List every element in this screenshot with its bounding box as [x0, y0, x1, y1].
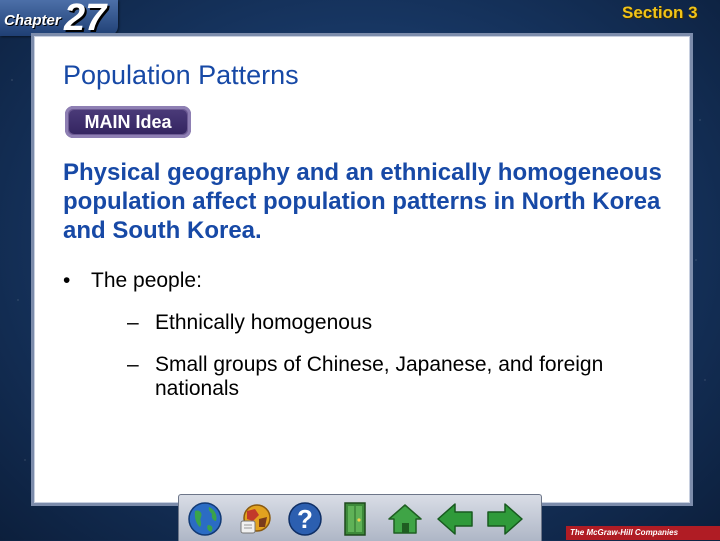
sub-item-text: Small groups of Chinese, Japanese, and f…	[155, 353, 604, 400]
globe-icon	[188, 502, 222, 536]
main-idea-badge: MAIN Idea	[65, 106, 191, 138]
back-arrow-icon	[437, 503, 473, 535]
section-label: Section 3	[622, 3, 698, 22]
home-icon	[388, 504, 422, 534]
dash-marker: –	[127, 353, 139, 376]
resources-icon	[240, 504, 271, 534]
bullet-list: • The people: – Ethnically homogenous – …	[63, 268, 663, 419]
list-item: • The people: – Ethnically homogenous – …	[63, 268, 663, 401]
chapter-tab: Chapter 27	[0, 0, 118, 39]
globe-button[interactable]	[185, 499, 225, 539]
bullet-marker: •	[63, 269, 71, 292]
help-button[interactable]: ?	[285, 499, 325, 539]
bullet-text: The people:	[91, 269, 202, 292]
main-idea-badge-label: MAIN Idea	[69, 110, 187, 134]
navigation-bar: ?	[178, 494, 542, 541]
forward-arrow-icon	[487, 503, 523, 535]
forward-button[interactable]	[485, 499, 525, 539]
sub-item-text: Ethnically homogenous	[155, 311, 373, 334]
publisher-logo: The McGraw-Hill Companies	[566, 526, 720, 540]
chapter-label: Chapter	[4, 12, 61, 29]
back-button[interactable]	[435, 499, 475, 539]
sub-list-item: – Small groups of Chinese, Japanese, and…	[91, 353, 675, 401]
exit-door-icon	[344, 502, 366, 536]
slide-title: Population Patterns	[63, 60, 299, 90]
resources-button[interactable]	[235, 499, 275, 539]
svg-text:?: ?	[297, 504, 313, 534]
slide-panel: Population Patterns MAIN Idea Physical g…	[31, 33, 693, 506]
home-button[interactable]	[385, 499, 425, 539]
help-icon: ?	[288, 502, 322, 536]
dash-marker: –	[127, 311, 139, 334]
main-idea-text: Physical geography and an ethnically hom…	[63, 159, 662, 244]
sub-list: – Ethnically homogenous – Small groups o…	[91, 311, 663, 401]
sub-list-item: – Ethnically homogenous	[91, 311, 675, 335]
exit-button[interactable]	[335, 499, 375, 539]
